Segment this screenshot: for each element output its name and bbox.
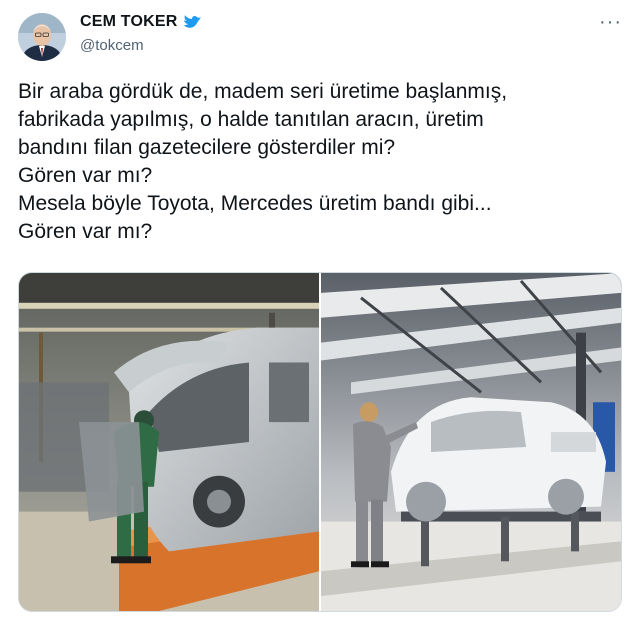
tweet-line: Bir araba gördük de, madem seri üretime …	[18, 80, 508, 103]
author-name-label: CEM TOKER	[80, 13, 178, 30]
tweet-line: bandını filan gazetecilere gösterdiler m…	[18, 136, 396, 159]
tweet-text: Bir araba gördük de, madem seri üretime …	[18, 78, 622, 246]
tweet-card: CEM TOKER @tokcem ··· Bir araba gördük d…	[0, 0, 640, 618]
tweet-media	[18, 272, 622, 612]
tweet-line: Gören var mı?	[18, 164, 153, 187]
factory-photo-left-image	[19, 273, 319, 611]
factory-photo-right[interactable]	[321, 273, 621, 611]
more-options-icon[interactable]: ···	[599, 12, 622, 32]
tweet-line: fabrikada yapılmış, o halde tanıtılan ar…	[18, 108, 484, 131]
factory-photo-left[interactable]	[19, 273, 319, 611]
tweet-line: Gören var mı?	[18, 220, 153, 243]
author-name[interactable]: CEM TOKER	[80, 13, 202, 31]
bird-badge-icon	[183, 15, 201, 28]
avatar-image	[18, 13, 66, 61]
avatar[interactable]	[18, 13, 66, 61]
tweet-line: Mesela böyle Toyota, Mercedes üretim ban…	[18, 192, 492, 215]
author-handle[interactable]: @tokcem	[80, 37, 144, 54]
factory-photo-right-image	[321, 273, 621, 611]
